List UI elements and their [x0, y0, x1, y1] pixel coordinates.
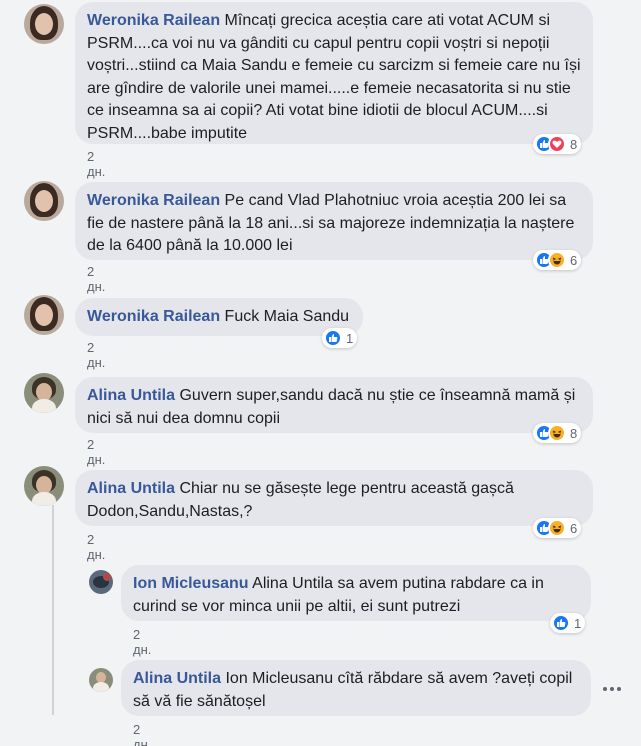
- comment-timestamp[interactable]: 2 дн.: [87, 532, 105, 562]
- reaction-count: 1: [574, 615, 582, 631]
- comment-bubble: Weronika Railean Pe cand Vlad Plahotniuc…: [75, 182, 593, 260]
- comment-bubble: Ion Micleusanu Alina Untila sa avem puti…: [121, 565, 591, 621]
- comment-bubble: Alina Untila Chiar nu se găsește lege pe…: [75, 470, 593, 526]
- comment-bubble: Alina Untila Ion Micleusanu cîtă răbdare…: [121, 660, 591, 716]
- reply-thread-line: [52, 505, 54, 715]
- avatar[interactable]: [24, 466, 64, 506]
- reaction-count: 8: [570, 136, 578, 152]
- reaction-summary[interactable]: 6: [533, 250, 582, 270]
- reaction-count: 6: [570, 520, 578, 536]
- comment-author[interactable]: Weronika Railean: [87, 192, 220, 209]
- like-icon: [324, 329, 342, 347]
- avatar[interactable]: [89, 668, 113, 692]
- reaction-summary[interactable]: 1: [322, 328, 358, 348]
- haha-icon: [548, 519, 566, 537]
- avatar[interactable]: [24, 181, 64, 221]
- reaction-count: 8: [570, 425, 578, 441]
- haha-icon: [548, 251, 566, 269]
- comment-author[interactable]: Alina Untila: [87, 480, 175, 497]
- comment-timestamp[interactable]: 2 дн.: [133, 722, 151, 746]
- avatar[interactable]: [24, 4, 64, 44]
- reaction-summary[interactable]: 1: [550, 613, 586, 633]
- comment-timestamp[interactable]: 2 дн.: [133, 627, 151, 657]
- comment-author[interactable]: Alina Untila: [133, 670, 221, 687]
- comment-timestamp[interactable]: 2 дн.: [87, 340, 105, 370]
- love-icon: [548, 135, 566, 153]
- comment-timestamp[interactable]: 2 дн.: [87, 149, 105, 179]
- comment-author[interactable]: Alina Untila: [87, 387, 175, 404]
- reaction-summary[interactable]: 8: [533, 423, 582, 443]
- comment-bubble: Weronika Railean Fuck Maia Sandu: [75, 298, 363, 336]
- comment-timestamp[interactable]: 2 дн.: [87, 264, 105, 294]
- comment-text: Mîncați grecica aceștia care ati votat A…: [87, 12, 581, 142]
- avatar[interactable]: [24, 373, 64, 413]
- more-options-icon[interactable]: [603, 683, 623, 695]
- comment-bubble: Weronika Railean Mîncați grecica aceștia…: [75, 2, 593, 144]
- comment-author[interactable]: Weronika Railean: [87, 308, 220, 325]
- haha-icon: [548, 424, 566, 442]
- reaction-summary[interactable]: 6: [533, 518, 582, 538]
- comment-timestamp[interactable]: 2 дн.: [87, 437, 105, 467]
- reaction-summary[interactable]: 8: [533, 134, 582, 154]
- avatar[interactable]: [24, 295, 64, 335]
- avatar[interactable]: [89, 570, 113, 594]
- like-icon: [552, 614, 570, 632]
- comment-text: Fuck Maia Sandu: [224, 308, 350, 325]
- comment-bubble: Alina Untila Guvern super,sandu dacă nu …: [75, 377, 593, 433]
- reaction-count: 1: [346, 330, 354, 346]
- comment-author[interactable]: Ion Micleusanu: [133, 575, 249, 592]
- reaction-count: 6: [570, 252, 578, 268]
- comment-author[interactable]: Weronika Railean: [87, 12, 220, 29]
